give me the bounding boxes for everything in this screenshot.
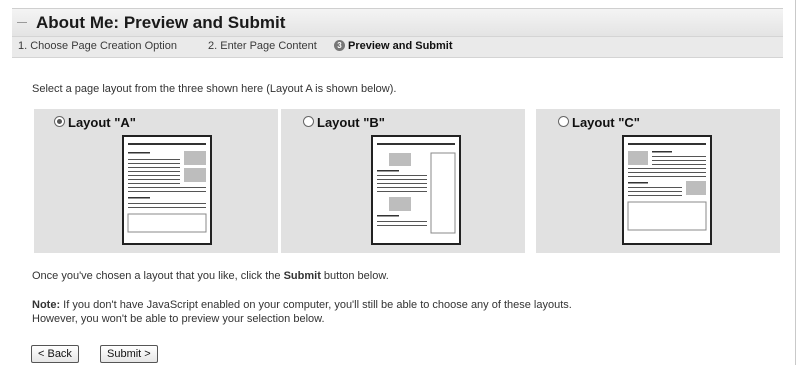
layout-b-thumbnail [371, 135, 461, 245]
layout-b-label[interactable]: Layout "B" [303, 115, 385, 130]
note-label: Note: [32, 299, 61, 311]
layout-c-radio[interactable] [558, 116, 569, 127]
layout-c-label[interactable]: Layout "C" [558, 115, 640, 130]
instructions-bold: Submit [283, 270, 321, 282]
step-1: 1. Choose Page Creation Option [18, 40, 177, 52]
step-2: 2. Enter Page Content [208, 40, 317, 52]
header-dash [17, 22, 27, 23]
layout-b-text: Layout "B" [317, 115, 385, 130]
layout-a-thumbnail [122, 135, 212, 245]
step-number-badge: 3 [334, 40, 345, 51]
layout-c-text: Layout "C" [572, 115, 640, 130]
step-3-current: 3 Preview and Submit [334, 40, 453, 52]
layout-b-option[interactable]: Layout "B" [281, 109, 525, 253]
instructions-after: button below. [320, 270, 389, 282]
note-text-1: If you don't have JavaScript enabled on … [60, 299, 572, 311]
wizard-steps: 1. Choose Page Creation Option 2. Enter … [12, 36, 783, 58]
layout-b-radio[interactable] [303, 116, 314, 127]
instructions-text: Once you've chosen a layout that you lik… [32, 270, 389, 282]
layout-a-option[interactable]: Layout "A" [34, 109, 278, 253]
layout-c-option[interactable]: Layout "C" [536, 109, 780, 253]
note-line-2: However, you won't be able to preview yo… [32, 313, 325, 325]
page-title: About Me: Preview and Submit [36, 13, 286, 32]
layout-a-text: Layout "A" [68, 115, 136, 130]
intro-text: Select a page layout from the three show… [32, 83, 397, 95]
layout-options: Layout "A" Layout "B" Layout "C" [34, 109, 780, 253]
layout-a-radio[interactable] [54, 116, 65, 127]
instructions-before: Once you've chosen a layout that you lik… [32, 270, 284, 282]
layout-a-label[interactable]: Layout "A" [54, 115, 136, 130]
step-3-label: Preview and Submit [348, 40, 453, 52]
submit-button[interactable]: Submit > [100, 345, 158, 363]
layout-c-thumbnail [622, 135, 712, 245]
page-header: About Me: Preview and Submit [12, 8, 783, 37]
back-button[interactable]: < Back [31, 345, 79, 363]
note-line-1: Note: If you don't have JavaScript enabl… [32, 299, 572, 311]
